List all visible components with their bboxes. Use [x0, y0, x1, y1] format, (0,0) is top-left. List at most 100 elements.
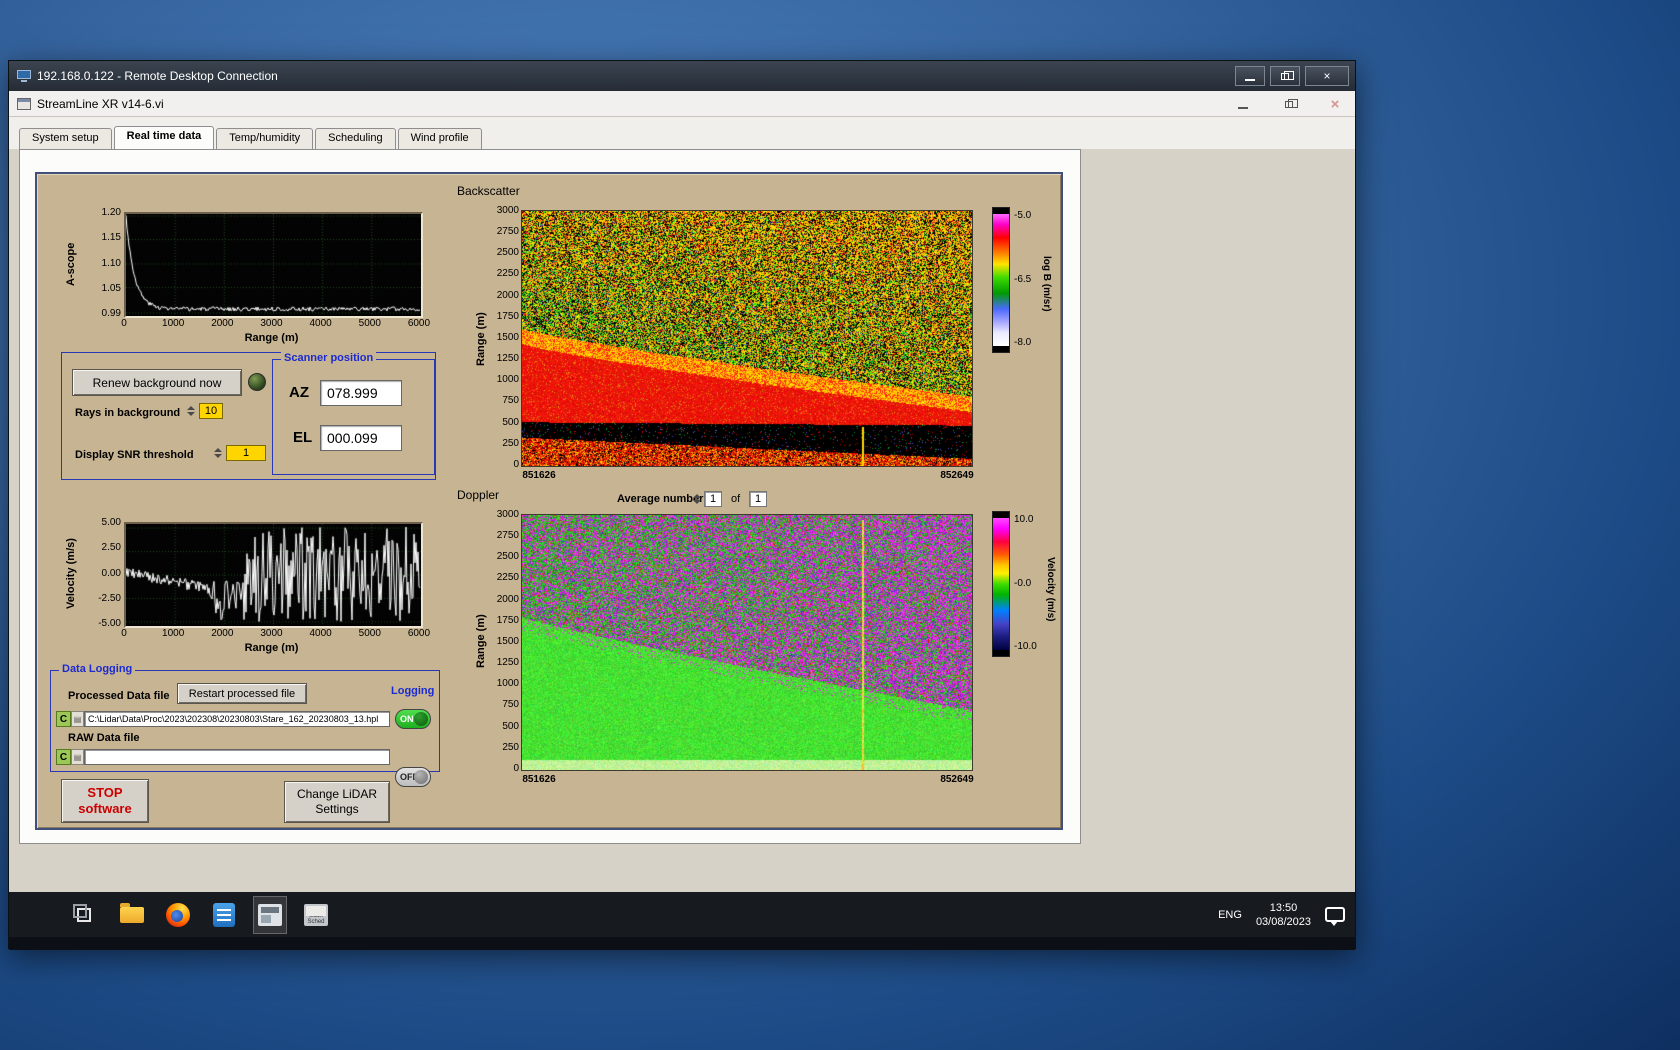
close-icon: ×: [1330, 95, 1340, 113]
app-restore-button[interactable]: [1279, 95, 1299, 113]
tick-label: 10.0: [1014, 514, 1034, 525]
toggle-knob: [414, 712, 428, 726]
clock-time: 13:50: [1269, 901, 1298, 914]
az-value-field[interactable]: 078.999: [320, 380, 402, 406]
app-minimize-button[interactable]: [1233, 95, 1253, 113]
clock-date: 03/08/2023: [1255, 915, 1311, 928]
average-count-field[interactable]: 1: [749, 491, 767, 507]
tick-label: 750: [502, 699, 519, 711]
tick-label: 6000: [407, 318, 431, 329]
tick-label: 2250: [496, 572, 519, 584]
scan-scheduler-icon[interactable]: Scan Sched: [299, 896, 333, 934]
el-value-field[interactable]: 000.099: [320, 425, 402, 451]
ascope-y-axis-title: A-scope: [65, 242, 77, 286]
velocity-plot-block: Velocity (m/s) 5.00 2.50 0.00 -2.50 -5.00 01…: [61, 514, 433, 664]
velocity-plot-canvas: [126, 524, 421, 626]
tick-label: 500: [502, 416, 519, 428]
backscatter-colorbar-ticks: -5.0 -6.5 -8.0: [1014, 210, 1044, 348]
data-logging-group: Data Logging Processed Data file Restart…: [50, 663, 440, 787]
tick-label: 2500: [496, 247, 519, 259]
tick-label: 250: [502, 741, 519, 753]
restart-processed-file-label: Restart processed file: [188, 687, 296, 700]
tick-label: 0: [513, 762, 519, 774]
doppler-colorbar-title: Velocity (m/s): [1045, 556, 1056, 622]
ascope-plot-block: A-scope 1.20 1.15 1.10 1.05 0.99 0 1000 2000 30…: [61, 204, 433, 354]
rays-value-field[interactable]: 10: [199, 403, 223, 419]
tick-label: 1750: [496, 310, 519, 322]
tick-label: 2750: [496, 226, 519, 238]
stop-software-button[interactable]: STOP software: [61, 779, 149, 823]
task-view-icon[interactable]: [67, 896, 101, 934]
tick-label: 1.05: [101, 282, 121, 294]
tick-label: -2.50: [98, 592, 121, 604]
processed-file-browse-icon[interactable]: ▤: [71, 711, 84, 727]
ascope-x-ticks: 0 1000 2000 3000 4000 5000 6000: [104, 318, 439, 329]
velocity-x-ticks: 0 1000 2000 3000 4000 5000 6000: [104, 628, 439, 639]
tab-real-time-data[interactable]: Real time data: [113, 126, 215, 149]
doppler-colorbar-ticks: 10.0 -0.0 -10.0: [1014, 514, 1048, 652]
tick-label: 1250: [496, 353, 519, 365]
renew-background-label: Renew background now: [92, 375, 222, 390]
average-number-field[interactable]: 1: [704, 491, 722, 507]
backscatter-colorbar: [992, 207, 1010, 353]
rdp-close-button[interactable]: ×: [1305, 66, 1349, 86]
average-number-spinner[interactable]: [693, 491, 702, 507]
processed-path-field[interactable]: C:\Lidar\Data\Proc\2023\202308\20230803\…: [84, 711, 390, 727]
processed-data-file-label: Processed Data file: [68, 690, 170, 702]
backscatter-colorbar-title: log B (m/sr): [1041, 256, 1052, 312]
app-titlebar[interactable]: StreamLine XR v14-6.vi: [9, 91, 1355, 117]
taskbar-clock[interactable]: 13:50 03/08/2023: [1256, 901, 1311, 929]
language-indicator[interactable]: ENG: [1218, 909, 1242, 921]
backscatter-y-ticks: 3000 2750 2500 2250 2000 1750 1500 1250 1000 750 5…: [487, 205, 519, 470]
tick-label: 1000: [162, 628, 185, 639]
doppler-title: Doppler: [457, 488, 500, 502]
file-explorer-icon[interactable]: [115, 896, 149, 934]
rdp-minimize-button[interactable]: [1235, 66, 1265, 86]
app-icon: [17, 97, 31, 110]
backscatter-y-axis-title: Range (m): [475, 312, 487, 366]
snr-threshold-label: Display SNR threshold: [75, 449, 194, 461]
rdp-titlebar[interactable]: 192.168.0.122 - Remote Desktop Connectio…: [9, 61, 1355, 91]
app-close-button[interactable]: ×: [1325, 95, 1345, 113]
scanner-position-title: Scanner position: [281, 352, 377, 364]
tab-temp-humidity[interactable]: Temp/humidity: [216, 128, 314, 149]
tab-wind-profile[interactable]: Wind profile: [397, 128, 482, 149]
rdp-restore-button[interactable]: [1270, 66, 1300, 86]
backscatter-heatmap: [521, 210, 973, 467]
streamline-app-taskbar-icon[interactable]: [253, 895, 287, 934]
raw-drive-badge[interactable]: C: [56, 749, 71, 765]
rays-spinner[interactable]: [187, 403, 196, 419]
tab-strip: System setup Real time data Temp/humidit…: [19, 126, 484, 149]
snr-spinner[interactable]: [214, 445, 223, 461]
blue-document-app-icon[interactable]: [207, 896, 241, 934]
renew-background-button[interactable]: Renew background now: [72, 369, 242, 396]
tick-label: 0: [121, 318, 127, 329]
notification-chat-icon[interactable]: [1325, 907, 1345, 926]
ascope-y-ticks: 1.20 1.15 1.10 1.05 0.99: [87, 207, 121, 319]
tick-label: -0.0: [1014, 577, 1032, 589]
tick-label: 1250: [496, 657, 519, 669]
raw-path-field[interactable]: [84, 749, 390, 765]
snr-value-field[interactable]: 1: [226, 445, 266, 461]
tick-label: 500: [502, 720, 519, 732]
change-lidar-settings-button[interactable]: Change LiDAR Settings: [284, 781, 390, 823]
tick-label: 5000: [358, 628, 381, 639]
doppler-colorbar: [992, 511, 1010, 657]
tab-system-setup[interactable]: System setup: [19, 128, 112, 149]
tick-label: 852649: [940, 470, 974, 481]
raw-file-browse-icon[interactable]: ▤: [71, 749, 84, 765]
tick-label: 2000: [211, 628, 234, 639]
backscatter-title: Backscatter: [457, 184, 520, 198]
processed-drive-badge[interactable]: C: [56, 711, 71, 727]
toggle-knob: [414, 770, 428, 784]
tab-scheduling[interactable]: Scheduling: [315, 128, 396, 149]
tick-label: 851626: [522, 774, 556, 785]
raw-logging-toggle[interactable]: OFF: [395, 767, 431, 787]
tick-label: -5.0: [1014, 210, 1032, 221]
tick-label: 1750: [496, 614, 519, 626]
restart-processed-file-button[interactable]: Restart processed file: [177, 683, 307, 704]
backscatter-x-ticks: 851626 852649: [519, 470, 977, 481]
firefox-icon[interactable]: [161, 896, 195, 934]
processed-logging-toggle[interactable]: ON: [395, 709, 431, 729]
rdp-window: 192.168.0.122 - Remote Desktop Connectio…: [8, 60, 1356, 950]
